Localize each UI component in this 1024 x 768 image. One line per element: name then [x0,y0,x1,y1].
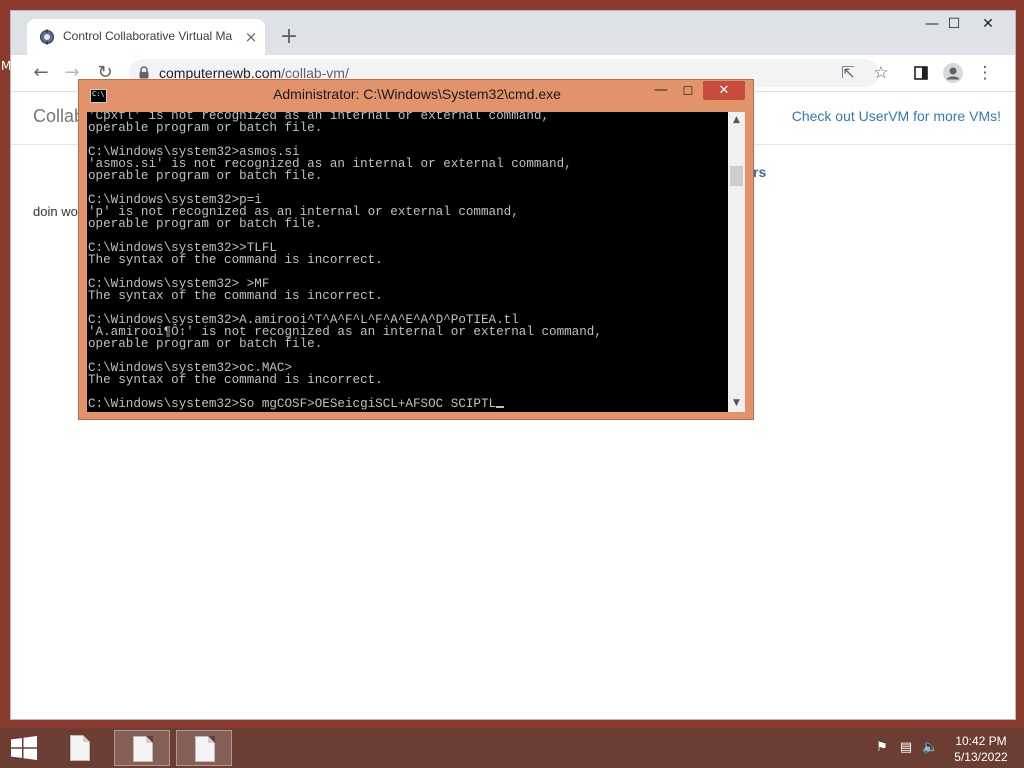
tab-strip: Control Collaborative Virtual Ma × + — ☐… [11,11,1015,55]
console-line: The syntax of the command is incorrect. [88,373,383,387]
windows-start-icon[interactable] [10,736,38,760]
console-scrollbar[interactable]: ▲ ▼ [728,112,745,412]
taskbar-app-1[interactable] [52,730,108,766]
new-tab-icon[interactable]: + [277,26,301,50]
browser-maximize-icon[interactable]: ☐ [939,13,969,39]
text-cursor [496,406,505,408]
cmd-minimize-icon[interactable]: — [651,82,671,100]
uservm-link[interactable]: Check out UserVM for more VMs! [792,108,1001,124]
console-line: operable program or batch file. [88,217,323,231]
cmd-app-icon: C:\ [90,89,107,103]
clock-time: 10:42 PM [955,734,1007,748]
share-icon[interactable]: ⇱ [837,63,859,83]
cmd-window[interactable]: C:\ Administrator: C:\Windows\System32\c… [78,79,754,420]
site-brand[interactable]: Collab [33,106,84,127]
clock-date: 5/13/2022 [954,750,1008,764]
taskbar-app-2[interactable] [114,730,170,766]
taskbar-clock[interactable]: 10:42 PM 5/13/2022 [948,733,1014,765]
document-icon [70,735,90,761]
profile-avatar-icon[interactable] [939,59,967,87]
bookmark-star-icon[interactable]: ☆ [867,59,895,87]
partial-text: doin wo [33,204,78,219]
cmd-close-icon[interactable]: ✕ [703,81,745,100]
scroll-thumb[interactable] [730,166,743,186]
action-center-flag-icon[interactable]: ⚑ [874,740,890,756]
lock-icon [139,66,149,79]
browser-close-icon[interactable]: ✕ [973,13,1003,39]
tab-close-icon[interactable]: × [241,27,261,47]
network-icon[interactable]: ▤ [898,740,914,756]
console-line: The syntax of the command is incorrect. [88,289,383,303]
console-line: operable program or batch file. [88,169,323,183]
console-line: C:\Windows\system32>So mgCOSF>OESeicgiSC… [88,397,497,411]
cmd-maximize-icon[interactable]: ☐ [677,82,699,100]
console-text: 'Cpxfl' is not recognized as an internal… [88,112,602,410]
scroll-down-icon[interactable]: ▼ [728,395,745,412]
partial-heading: rs [753,164,767,180]
console-line: operable program or batch file. [88,337,323,351]
console-output[interactable]: 'Cpxfl' is not recognized as an internal… [87,112,728,412]
document-icon [195,736,215,762]
console-line: The syntax of the command is incorrect. [88,253,383,267]
taskbar: ⚑ ▤ 🔈 10:42 PM 5/13/2022 [0,728,1024,768]
collabvm-favicon-icon [40,29,54,45]
back-arrow-icon[interactable]: ← [27,59,55,87]
document-icon [133,736,153,762]
taskbar-app-3[interactable] [176,730,232,766]
browser-tab[interactable]: Control Collaborative Virtual Ma × [27,19,265,55]
console-line: operable program or batch file. [88,121,323,135]
menu-kebab-icon[interactable]: ⋮ [971,59,999,87]
tab-title: Control Collaborative Virtual Ma [63,29,233,43]
volume-muted-icon[interactable]: 🔈 [922,740,938,756]
scroll-up-icon[interactable]: ▲ [728,112,745,129]
side-panel-icon[interactable] [907,59,935,87]
